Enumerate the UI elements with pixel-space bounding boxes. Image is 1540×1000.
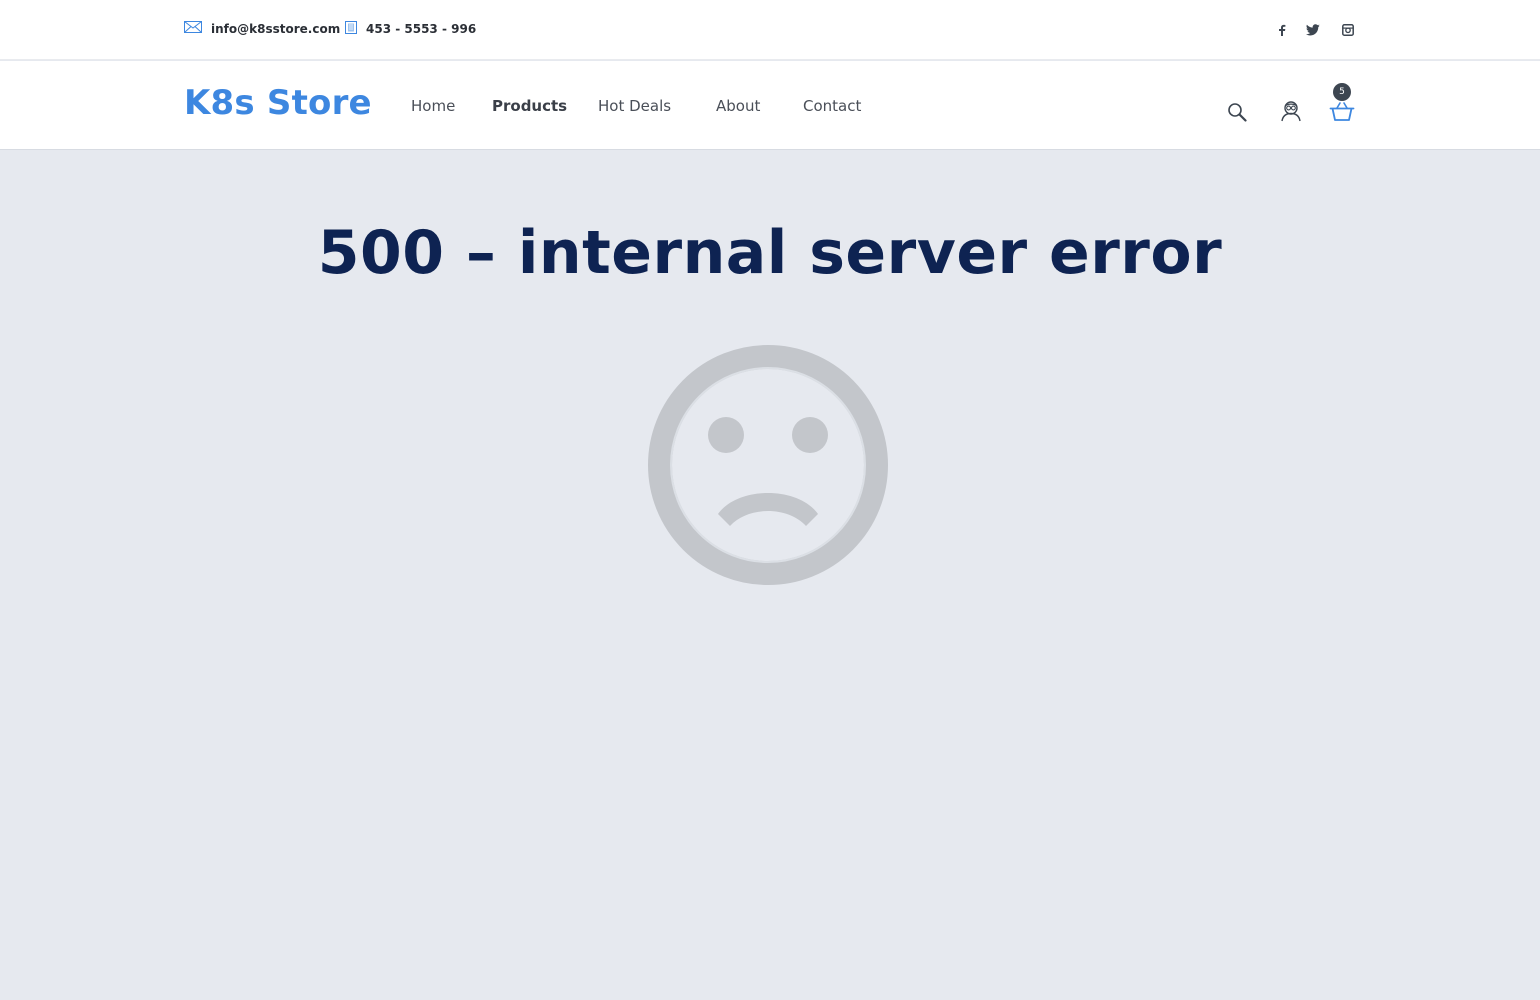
twitter-icon[interactable] — [1305, 22, 1321, 38]
cart-count-badge: 5 — [1333, 83, 1351, 101]
nav-products[interactable]: Products — [492, 97, 567, 115]
envelope-icon — [184, 21, 202, 36]
email-contact[interactable]: info@k8sstore.com — [184, 21, 340, 36]
nav-hot-deals[interactable]: Hot Deals — [598, 97, 671, 115]
sad-face-icon — [646, 343, 890, 591]
instagram-icon[interactable] — [1340, 22, 1356, 38]
phone-contact[interactable]: 453 - 5553 - 996 — [345, 21, 476, 37]
phone-icon — [345, 21, 357, 37]
top-bar: info@k8sstore.com 453 - 5553 - 996 — [0, 0, 1540, 60]
facebook-icon[interactable] — [1274, 22, 1290, 38]
cart-icon[interactable] — [1329, 101, 1355, 123]
email-text: info@k8sstore.com — [211, 21, 341, 36]
main-header: K8s Store Home Products Hot Deals About … — [0, 61, 1540, 150]
error-title: 500 – internal server error — [317, 218, 1223, 288]
phone-text: 453 - 5553 - 996 — [366, 22, 477, 36]
nav-home[interactable]: Home — [411, 97, 455, 115]
store-logo[interactable]: K8s Store — [184, 83, 372, 123]
nav-about[interactable]: About — [716, 97, 760, 115]
user-icon[interactable] — [1279, 99, 1303, 123]
nav-contact[interactable]: Contact — [803, 97, 861, 115]
search-icon[interactable] — [1226, 101, 1248, 123]
